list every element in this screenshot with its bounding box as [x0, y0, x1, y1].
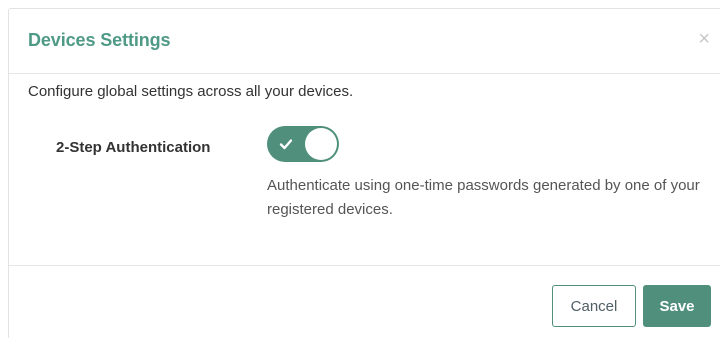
toggle-knob — [305, 128, 337, 160]
modal-header: Devices Settings × — [9, 9, 720, 74]
close-icon[interactable]: × — [698, 29, 710, 49]
two-step-auth-label: 2-Step Authentication — [56, 139, 211, 156]
save-button[interactable]: Save — [643, 285, 711, 327]
two-step-auth-toggle[interactable] — [267, 126, 339, 162]
cancel-button[interactable]: Cancel — [552, 285, 636, 327]
modal-description: Configure global settings across all you… — [28, 83, 354, 100]
devices-settings-modal: Devices Settings × Configure global sett… — [8, 8, 720, 338]
modal-title: Devices Settings — [28, 30, 171, 50]
modal-footer: Cancel Save — [9, 265, 720, 340]
check-icon — [279, 139, 293, 150]
two-step-auth-help-text: Authenticate using one-time passwords ge… — [267, 177, 700, 218]
